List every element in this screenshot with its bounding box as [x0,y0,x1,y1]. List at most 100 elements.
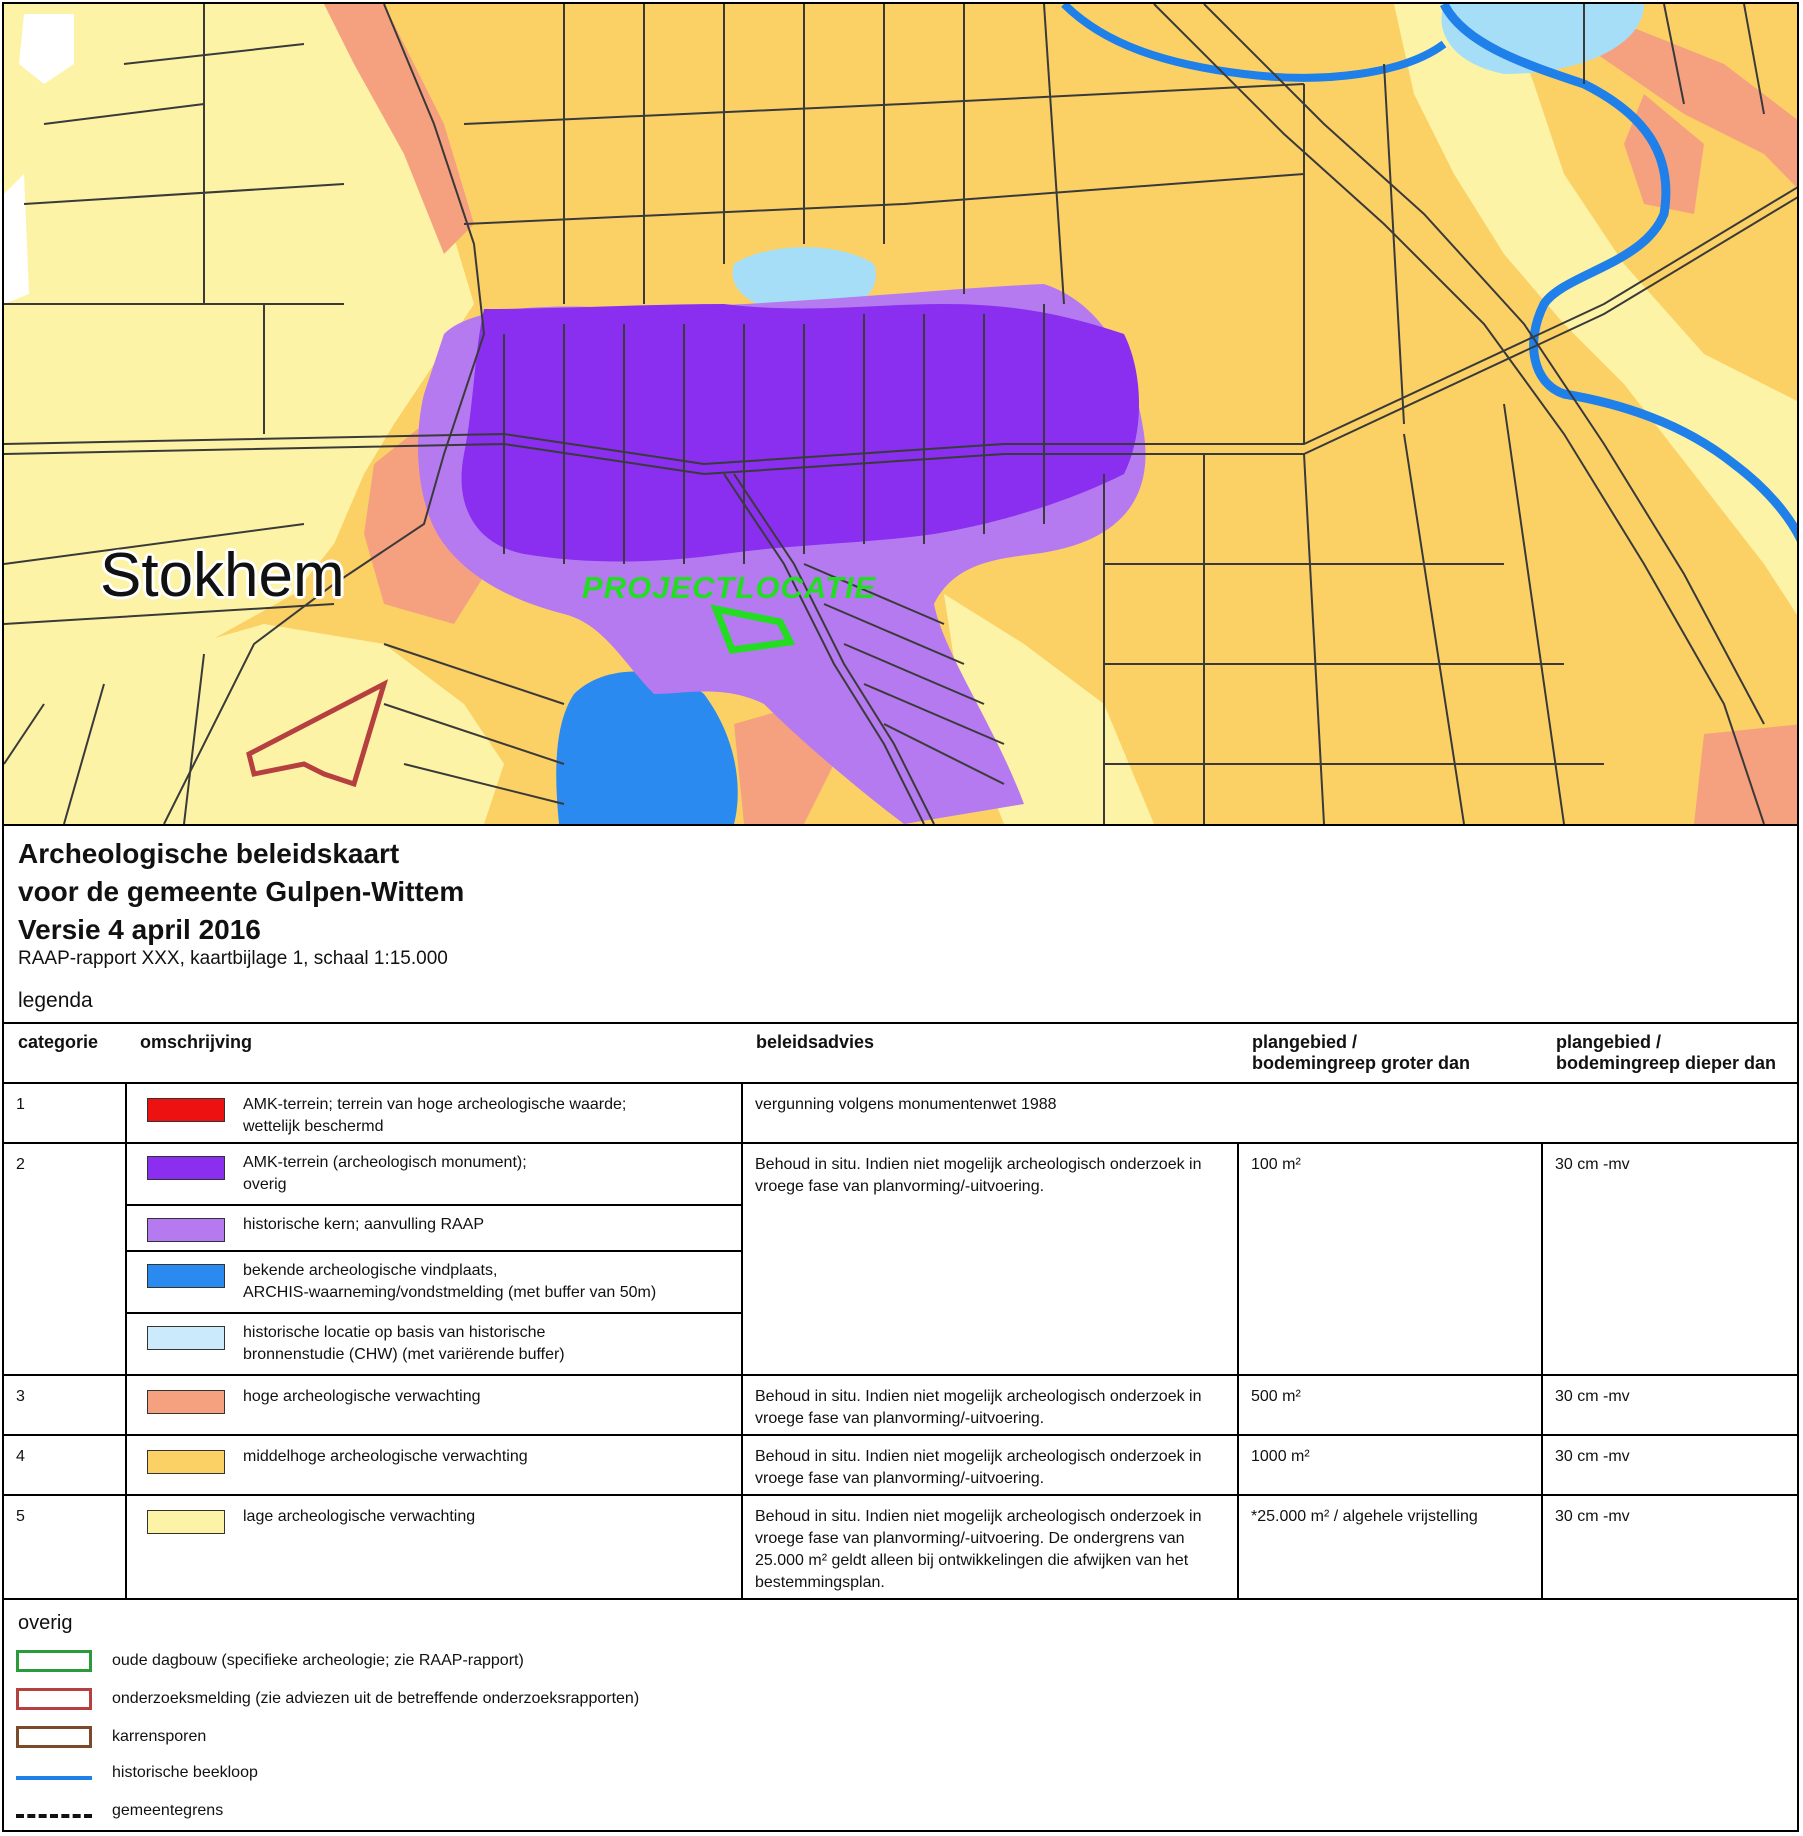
report-subtitle: RAAP-rapport XXX, kaartbijlage 1, schaal… [18,948,448,969]
overig-symbol [16,1650,92,1672]
title-line-1: Archeologische beleidskaart [18,838,400,869]
legend-item-text: middelhoge archeologische verwachting [243,1446,528,1468]
legend-item-text: bekende archeologische vindplaats, ARCHIS… [243,1260,656,1304]
overig-item: historische beekloop [16,1764,258,1782]
legend-category: 2 [4,1143,126,1376]
legend-depth-threshold: 30 cm -mv [1541,1143,1797,1376]
legend-swatch [147,1510,225,1534]
legend-item: lage archeologische verwachting [139,1506,733,1534]
legend-swatch [147,1390,225,1414]
legend-row: 2 AMK-terrein (archeologisch monument); ov… [4,1143,1797,1376]
legend-row: 4 middelhoge archeologische verwachting Be… [4,1435,1797,1496]
legend-item-text: historische locatie op basis van histori… [243,1322,565,1366]
overig-title: overig [18,1612,73,1634]
overig-symbol [16,1767,92,1780]
legend-item-text-line2: overig [243,1176,287,1193]
legend-area-threshold: 1000 m² [1237,1435,1542,1496]
legend-description: lage archeologische verwachting [125,1495,742,1600]
overig-symbol [16,1726,92,1748]
legend-swatch [147,1156,225,1180]
legend-item-text-line1: historische kern; aanvulling RAAP [243,1216,485,1233]
legend-item-text-line2: bronnenstudie (CHW) (met variërende buff… [243,1346,565,1363]
legend-category: 5 [4,1495,126,1600]
legend-row: 3 hoge archeologische verwachting Behoud i… [4,1375,1797,1436]
legend-item-text-line1: AMK-terrein; terrein van hoge archeologi… [243,1096,627,1113]
legend-area-threshold: *25.000 m² / algehele vrijstelling [1237,1495,1542,1600]
legend-item-text-line1: AMK-terrein (archeologisch monument); [243,1154,527,1171]
legend-swatch [147,1450,225,1474]
header-plangebied-depth: plangebied / bodemingreep dieper dan [1542,1022,1797,1084]
legend-description: AMK-terrein (archeologisch monument); ove… [125,1143,742,1376]
legend-row: 5 lage archeologische verwachting Behoud i… [4,1495,1797,1600]
legend-item-text: AMK-terrein; terrein van hoge archeologi… [243,1094,626,1138]
legend-item-text-line1: lage archeologische verwachting [243,1508,476,1525]
overig-item: karrensporen [16,1726,206,1748]
legend-area-threshold: 100 m² [1237,1143,1542,1376]
header-categorie: categorie [4,1022,126,1084]
overig-item: gemeentegrens [16,1802,223,1820]
legend-advice: Behoud in situ. Indien niet mogelijk arc… [741,1495,1238,1600]
overig-item-text: gemeentegrens [112,1802,224,1819]
legend-item-text-line1: middelhoge archeologische verwachting [243,1448,528,1465]
overig-item-text: karrensporen [112,1728,207,1745]
legend-advice: Behoud in situ. Indien niet mogelijk arc… [741,1375,1238,1436]
legend-item: middelhoge archeologische verwachting [139,1446,733,1474]
place-label-stokhem: Stokhem [100,541,345,610]
legend-depth-threshold: 30 cm -mv [1541,1495,1797,1600]
overig-symbol [16,1688,92,1710]
legend-description: hoge archeologische verwachting [125,1375,742,1436]
legend-item-text: historische kern; aanvulling RAAP [243,1214,484,1236]
header-plangebied-depth-line2: bodemingreep dieper dan [1556,1053,1777,1073]
overig-item: oude dagbouw (specifieke archeologie; zi… [16,1650,524,1672]
legend-advice: Behoud in situ. Indien niet mogelijk arc… [741,1435,1238,1496]
legend-description: middelhoge archeologische verwachting [125,1435,742,1496]
map-sheet: Stokhem PROJECTLOCATIE Archeologische be… [2,2,1799,1832]
legend-item-text: hoge archeologische verwachting [243,1386,480,1408]
map-panel[interactable]: Stokhem PROJECTLOCATIE [4,4,1797,826]
overig-item-text: historische beekloop [112,1764,258,1781]
legend-category: 1 [4,1083,126,1144]
legend-advice: Behoud in situ. Indien niet mogelijk arc… [741,1143,1238,1376]
legend-depth-threshold: 30 cm -mv [1541,1435,1797,1496]
legend-item: historische locatie op basis van histori… [127,1314,741,1374]
legend-item-text-line1: historische locatie op basis van histori… [243,1324,546,1341]
legend-item: bekende archeologische vindplaats, ARCHIS… [127,1252,741,1314]
header-plangebied-area: plangebied / bodemingreep groter dan [1238,1022,1542,1084]
legend-table: categorie omschrijving beleidsadvies pla… [4,1022,1797,1600]
overig-item-text: oude dagbouw (specifieke archeologie; zi… [112,1652,524,1669]
legend-item: AMK-terrein; terrein van hoge archeologi… [139,1094,733,1138]
legend-swatch [147,1264,225,1288]
legend-category: 3 [4,1375,126,1436]
header-plangebied-depth-line1: plangebied / [1556,1032,1662,1052]
legend-row: 1 AMK-terrein; terrein van hoge archeolog… [4,1083,1797,1144]
legend-advice: vergunning volgens monumentenwet 1988 [741,1083,1797,1144]
legend-category: 4 [4,1435,126,1496]
header-omschrijving: omschrijving [126,1022,742,1084]
title-line-3: Versie 4 april 2016 [18,914,261,945]
legend-item-text-line2: ARCHIS-waarneming/vondstmelding (met buf… [243,1284,657,1301]
legend-swatch [147,1326,225,1350]
overig-item: onderzoeksmelding (zie adviezen uit de b… [16,1688,639,1710]
legend-label: legenda [18,989,93,1012]
legend-depth-threshold: 30 cm -mv [1541,1375,1797,1436]
legend-body: 1 AMK-terrein; terrein van hoge archeolog… [4,1083,1797,1600]
project-location-label: PROJECTLOCATIE [582,570,877,605]
overig-symbol [16,1805,92,1818]
overig-item-text: onderzoeksmelding (zie adviezen uit de b… [112,1690,640,1707]
legend-item-text-line1: hoge archeologische verwachting [243,1388,481,1405]
legend-description: AMK-terrein; terrein van hoge archeologi… [125,1083,742,1144]
legend-swatch [147,1098,225,1122]
title-line-2: voor de gemeente Gulpen-Wittem [18,876,465,907]
legend-item: hoge archeologische verwachting [139,1386,733,1414]
header-plangebied-area-line2: bodemingreep groter dan [1252,1053,1471,1073]
legend-item-text-line2: wettelijk beschermd [243,1118,384,1135]
header-plangebied-area-line1: plangebied / [1252,1032,1358,1052]
legend-item: historische kern; aanvulling RAAP [127,1206,741,1252]
header-beleidsadvies: beleidsadvies [742,1022,1238,1084]
legend-area-threshold: 500 m² [1237,1375,1542,1436]
legend-item-text-line1: bekende archeologische vindplaats, [243,1262,498,1279]
legend-item: AMK-terrein (archeologisch monument); ove… [127,1144,741,1206]
legend-item-text: lage archeologische verwachting [243,1506,475,1528]
legend-item-text: AMK-terrein (archeologisch monument); ove… [243,1152,527,1196]
legend-swatch [147,1218,225,1242]
